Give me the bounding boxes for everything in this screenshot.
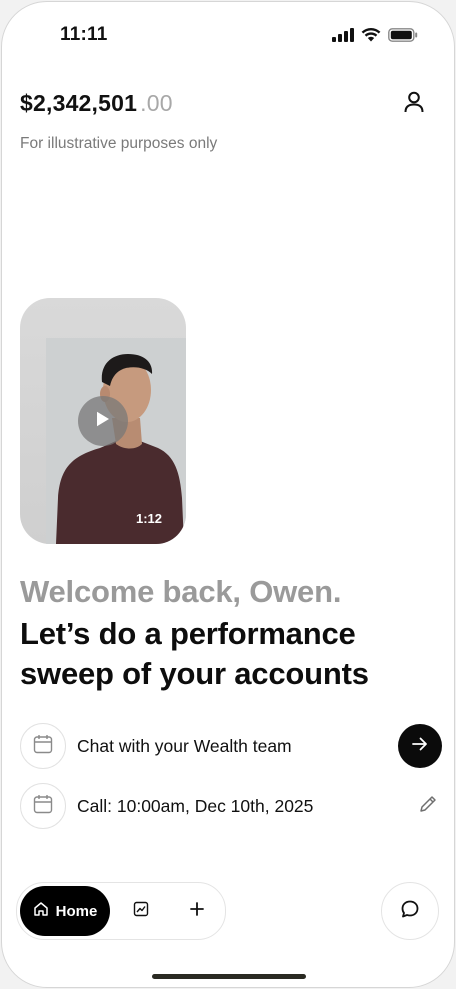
chat-bubble-icon <box>400 899 420 924</box>
calendar-icon-circle <box>20 723 66 769</box>
battery-icon <box>388 27 418 42</box>
scheduled-call-row[interactable]: Call: 10:00am, Dec 10th, 2025 <box>20 783 442 829</box>
profile-button[interactable] <box>402 91 426 118</box>
chat-wealth-team-label: Chat with your Wealth team <box>77 735 292 756</box>
home-icon <box>33 901 49 921</box>
tab-home[interactable]: Home <box>20 886 110 936</box>
disclaimer-text: For illustrative purposes only <box>20 135 218 152</box>
video-duration: 1:12 <box>135 511 162 526</box>
balance-cents: .00 <box>140 90 173 116</box>
balance-amount: $2,342,501 <box>20 90 138 116</box>
chart-icon <box>133 901 149 922</box>
status-bar: 11:11 <box>2 2 454 68</box>
wifi-icon <box>361 27 381 42</box>
cellular-signal-icon <box>332 27 354 42</box>
tab-home-label: Home <box>55 902 98 920</box>
phone-screen: 11:11 $2,342,501 .00 For illustrative pu… <box>1 1 455 988</box>
headline-text: Let’s do a performance sweep of your acc… <box>20 616 369 691</box>
portfolio-balance: $2,342,501.00 <box>20 90 173 117</box>
welcome-heading: Welcome back, Owen. <box>20 574 342 609</box>
calendar-icon <box>33 734 53 759</box>
edit-call-button[interactable] <box>416 794 440 818</box>
pencil-icon <box>418 794 438 819</box>
chat-button[interactable] <box>381 882 439 940</box>
user-icon <box>404 91 424 118</box>
calendar-icon <box>33 794 53 819</box>
status-icons <box>332 27 418 42</box>
advisor-video-card[interactable]: 1:12 <box>20 298 186 544</box>
chat-wealth-team-row[interactable]: Chat with your Wealth team <box>20 723 442 769</box>
arrow-right-icon <box>412 737 428 756</box>
status-time: 11:11 <box>60 24 108 45</box>
play-icon <box>96 411 110 432</box>
chat-wealth-team-button[interactable] <box>398 724 442 768</box>
scheduled-call-label: Call: 10:00am, Dec 10th, 2025 <box>77 795 314 816</box>
calendar-icon-circle <box>20 783 66 829</box>
tab-add[interactable] <box>172 886 222 936</box>
plus-icon <box>190 901 204 921</box>
home-indicator <box>152 974 306 979</box>
tab-performance[interactable] <box>116 886 166 936</box>
play-button[interactable] <box>78 396 128 446</box>
bottom-tab-bar: Home <box>16 882 226 940</box>
